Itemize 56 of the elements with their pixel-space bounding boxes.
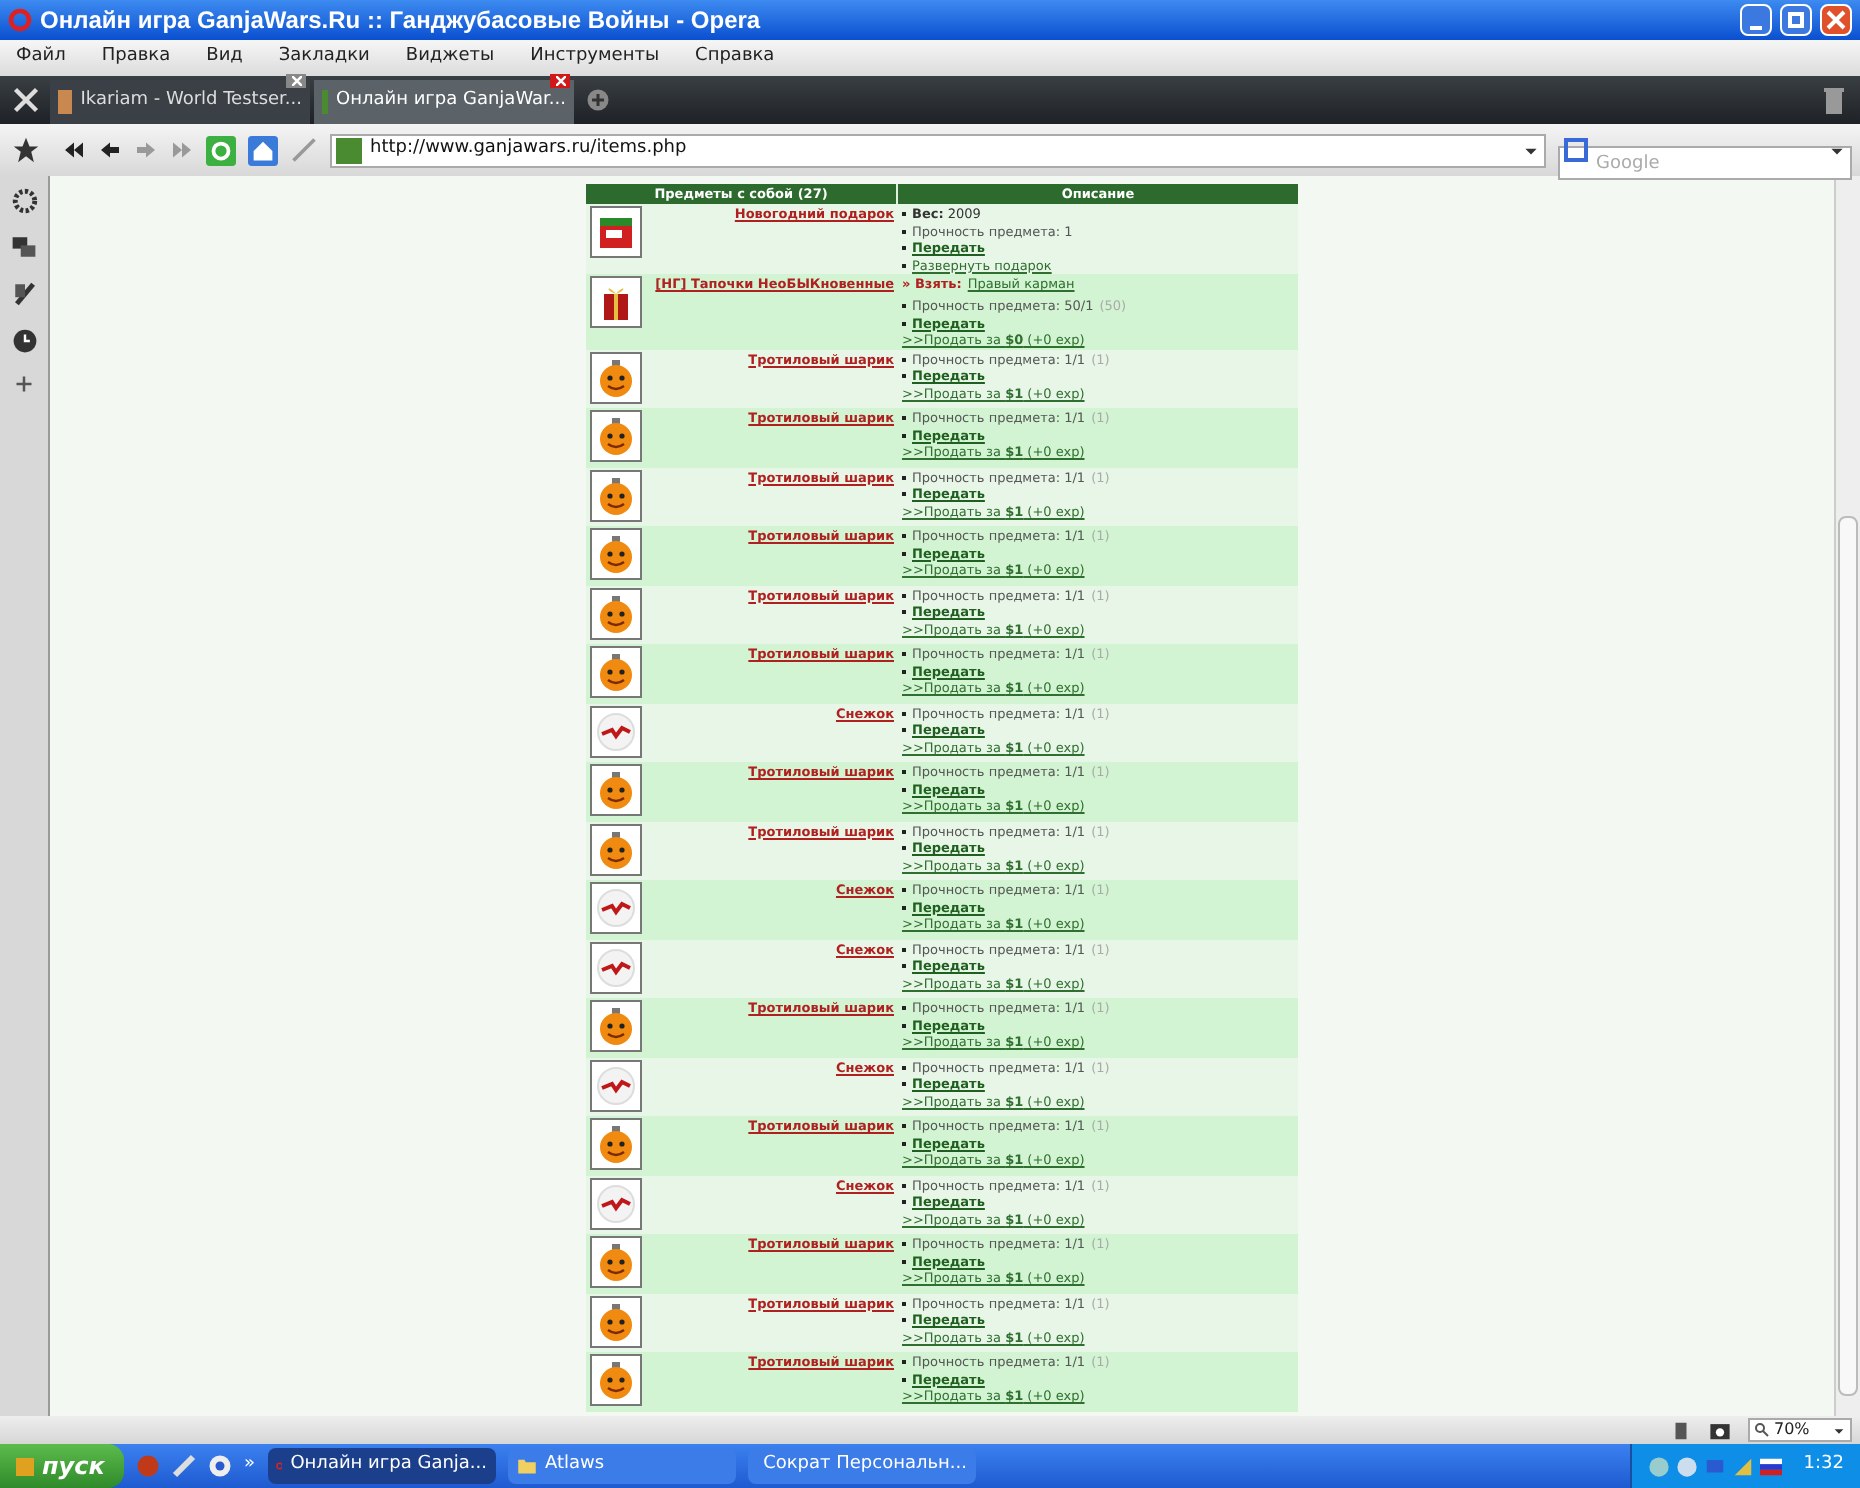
zoom-level: 70% [1774, 1418, 1812, 1442]
google-logo-icon [1564, 138, 1588, 162]
tab-close-icon[interactable] [286, 74, 306, 88]
window-title: Онлайн игра GanjaWars.Ru :: Ганджубасовые Войны - Opera [40, 4, 763, 38]
start-button[interactable]: пуск [0, 1444, 124, 1488]
menu-item[interactable]: Закладки [278, 44, 370, 72]
menu-item[interactable]: Виджеты [405, 44, 495, 72]
quick-launch-icon [208, 1454, 232, 1478]
browser-tab[interactable]: Ikariam - World Testser... [50, 80, 310, 124]
tab-title: Ikariam - World Testser... [80, 88, 302, 115]
maximize-button[interactable] [1780, 4, 1812, 36]
settings-icon [11, 188, 37, 214]
signal-warning-icon [1731, 1455, 1754, 1477]
menu-item[interactable]: Справка [695, 44, 775, 72]
home-icon [248, 135, 278, 165]
menu-item[interactable]: Файл [16, 44, 66, 72]
taskbar-button[interactable]: Atlaws [507, 1448, 736, 1484]
browser-tab[interactable]: Онлайн игра GanjaWar... [314, 80, 574, 124]
search-field[interactable]: Google [1558, 146, 1852, 180]
tab-title: Онлайн игра GanjaWar... [335, 88, 566, 115]
add-tab-icon [586, 88, 610, 112]
bookmark-star-icon [11, 136, 39, 164]
add-panel-icon [14, 374, 34, 394]
pen-icon [290, 136, 318, 164]
magnifier-icon [1754, 1422, 1770, 1438]
rewind-icon [62, 138, 86, 162]
clock-time: 1:32 [1803, 1452, 1844, 1479]
trash-icon [1824, 87, 1844, 113]
close-button[interactable] [1820, 4, 1852, 36]
fast-forward-icon [170, 138, 194, 162]
zoom-control[interactable]: 70% [1748, 1418, 1852, 1442]
tray-icon [1675, 1455, 1698, 1477]
tab-close-icon[interactable] [550, 74, 570, 88]
back-icon [98, 138, 122, 162]
taskbar-button[interactable]: Сократ Персональн... [747, 1448, 976, 1484]
flag-icon [1759, 1455, 1782, 1477]
reload-icon [206, 135, 236, 165]
menu-item[interactable]: Вид [206, 44, 243, 72]
scrollbar-thumb[interactable] [1838, 516, 1858, 1396]
folder-icon [515, 1456, 538, 1476]
tray-icon [1647, 1455, 1670, 1477]
more-chevron[interactable]: » [244, 1452, 256, 1480]
minimize-button[interactable] [1740, 4, 1772, 36]
url-text: http://www.ganjawars.ru/items.php [370, 136, 689, 163]
dropdown-icon [1832, 1423, 1846, 1437]
quick-launch-icon [136, 1454, 160, 1478]
windows-icon [10, 234, 38, 260]
taskbar-button[interactable]: Онлайн игра Ganja... [267, 1448, 496, 1484]
tools-icon [11, 86, 39, 114]
address-field[interactable]: http://www.ganjawars.ru/items.php [330, 133, 1546, 167]
forward-icon [134, 138, 158, 162]
clock-icon [11, 328, 37, 354]
quick-launch-icon [172, 1454, 196, 1478]
menu-item[interactable]: Правка [101, 44, 171, 72]
menu-item[interactable]: Инструменты [530, 44, 660, 72]
camera-icon [1708, 1419, 1732, 1441]
